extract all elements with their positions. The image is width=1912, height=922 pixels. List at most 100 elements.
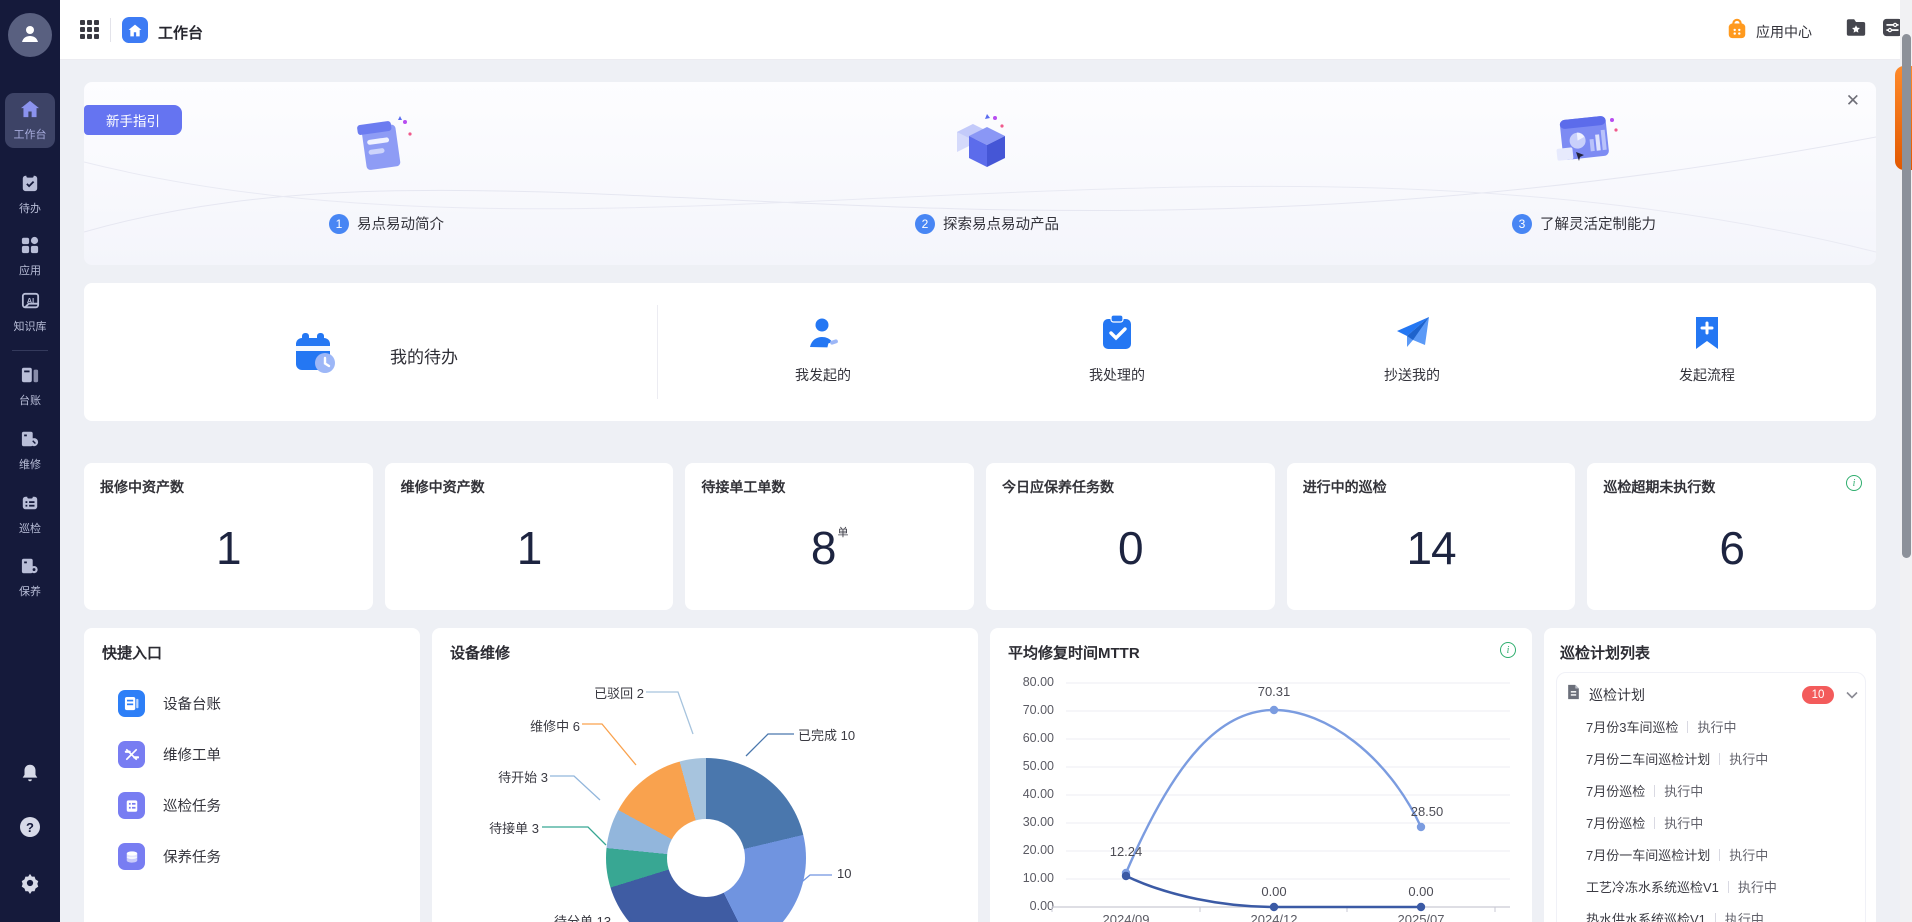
count-badge: 10 xyxy=(1802,686,1834,704)
sidebar-item-label: 巡检 xyxy=(19,520,41,536)
pie-label-repairing: 维修中 6 xyxy=(530,716,580,735)
product-illustration xyxy=(939,106,1011,183)
user-avatar[interactable] xyxy=(8,13,52,57)
chevron-down-icon[interactable] xyxy=(1846,686,1858,704)
step-number: 3 xyxy=(1512,214,1532,234)
home-icon xyxy=(20,100,40,123)
ledger-icon xyxy=(118,690,145,717)
guide-step-2[interactable]: 2 探索易点易动产品 xyxy=(915,213,1059,234)
bookmark-plus-icon xyxy=(1692,305,1722,351)
mttr-line-chart xyxy=(990,628,1532,922)
divider xyxy=(1654,785,1655,797)
topbar-divider xyxy=(110,18,111,42)
sidebar-item-workbench[interactable]: 工作台 xyxy=(5,93,55,148)
stat-value: 1 xyxy=(84,521,373,575)
svg-text:AI: AI xyxy=(26,296,33,305)
step-label: 易点易动简介 xyxy=(357,213,444,234)
cabinet-icon xyxy=(21,366,39,389)
guide-step-1[interactable]: 1 易点易动简介 xyxy=(329,213,444,234)
sidebar-item-apps[interactable]: 应用 xyxy=(0,236,60,278)
repair-order-icon xyxy=(118,741,145,768)
sidebar-divider xyxy=(12,350,48,351)
divider xyxy=(1719,849,1720,861)
pie-label-completed: 已完成 10 xyxy=(798,725,855,744)
quick-entry-inspection-task[interactable]: 巡检任务 xyxy=(118,792,221,819)
plan-item[interactable]: 7月份二车间巡检计划执行中 xyxy=(1586,749,1768,768)
main-content: 新手指引 ✕ 1 易点易动简介 2 探索易点易动产品 3 了解灵活定制能力 xyxy=(60,60,1912,922)
help-button[interactable]: ? xyxy=(0,815,60,844)
sidebar-item-todo[interactable]: 待办 xyxy=(0,174,60,216)
start-process-button[interactable]: 发起流程 xyxy=(1647,305,1767,385)
cc-to-me-button[interactable]: 抄送我的 xyxy=(1352,305,1472,385)
maintenance-icon xyxy=(21,557,39,580)
inspection-plan-panel: 巡检计划列表 巡检计划 10 7月份3车间巡检执行中 7月份二车间巡检 xyxy=(1544,628,1876,922)
plan-item[interactable]: 7月份巡检执行中 xyxy=(1586,813,1703,832)
my-todo-card: 我的待办 我发起的 我处理的 抄送我的 xyxy=(84,283,1876,421)
step-label: 了解灵活定制能力 xyxy=(1540,213,1656,234)
stat-title: 今日应保养任务数 xyxy=(1002,477,1259,497)
guide-step-3[interactable]: 3 了解灵活定制能力 xyxy=(1512,213,1656,234)
settings-button[interactable] xyxy=(0,872,60,899)
sidebar-item-inspection[interactable]: 巡检 xyxy=(0,494,60,536)
sidebar-item-label: 台账 xyxy=(19,392,41,408)
point-label: 0.00 xyxy=(1239,884,1309,899)
plan-item[interactable]: 7月份巡检执行中 xyxy=(1586,781,1703,800)
step-number: 2 xyxy=(915,214,935,234)
newbie-guide-badge: 新手指引 xyxy=(84,105,182,135)
stat-card-pending-orders: 待接单工单数 8单 xyxy=(685,463,974,610)
donut-hole xyxy=(667,819,745,897)
divider xyxy=(1687,721,1688,733)
stat-unit: 单 xyxy=(837,527,848,539)
bell-icon xyxy=(19,762,41,789)
quick-entry-repair-order[interactable]: 维修工单 xyxy=(118,741,221,768)
plan-name: 7月份巡检 xyxy=(1586,781,1645,800)
status-badge: 执行中 xyxy=(1729,749,1768,768)
clipboard-check-icon xyxy=(1101,305,1133,351)
topbar: 工作台 应用中心 xyxy=(60,0,1912,60)
sidebar-item-label: 保养 xyxy=(19,583,41,599)
divider xyxy=(1654,817,1655,829)
info-icon[interactable]: i xyxy=(1846,475,1862,491)
scrollbar-thumb[interactable] xyxy=(1902,34,1911,558)
plan-item[interactable]: 7月份3车间巡检执行中 xyxy=(1586,717,1736,736)
x-tick: 2025/07 xyxy=(1381,912,1461,922)
sidebar-item-ledger[interactable]: 台账 xyxy=(0,366,60,408)
plan-name: 7月份3车间巡检 xyxy=(1586,717,1678,736)
favorites-folder-button[interactable] xyxy=(1844,19,1868,41)
my-initiated-button[interactable]: 我发起的 xyxy=(763,305,883,385)
app-center-button[interactable]: 应用中心 xyxy=(1726,18,1812,45)
x-tick: 2024/12 xyxy=(1234,912,1314,922)
stat-value: 1 xyxy=(385,521,674,575)
app-launcher-icon[interactable] xyxy=(80,20,100,40)
panel-title: 快捷入口 xyxy=(102,642,162,663)
close-icon[interactable]: ✕ xyxy=(1846,92,1860,109)
step-number: 1 xyxy=(329,214,349,234)
quick-entry-ledger[interactable]: 设备台账 xyxy=(118,690,221,717)
gear-icon xyxy=(19,872,41,899)
todo-divider xyxy=(657,305,658,399)
my-processed-button[interactable]: 我处理的 xyxy=(1057,305,1177,385)
pie-label-to-start: 待开始 3 xyxy=(498,767,548,786)
sidebar-item-label: 待办 xyxy=(19,200,41,216)
document-icon xyxy=(1566,684,1581,705)
plan-group-header[interactable]: 巡检计划 10 xyxy=(1566,684,1858,705)
chart-title: 设备维修 xyxy=(450,642,510,663)
plan-item[interactable]: 热水供水系统巡检V1执行中 xyxy=(1586,909,1764,922)
action-label: 我发起的 xyxy=(795,365,851,385)
plan-item[interactable]: 7月份一车间巡检计划执行中 xyxy=(1586,845,1768,864)
quick-entry-label: 设备台账 xyxy=(163,693,221,714)
apps-icon xyxy=(21,236,39,259)
todo-title: 我的待办 xyxy=(390,343,458,368)
sidebar-item-maintenance[interactable]: 保养 xyxy=(0,557,60,599)
sidebar-item-label: 知识库 xyxy=(14,318,47,334)
action-label: 抄送我的 xyxy=(1384,365,1440,385)
sidebar-item-knowledge[interactable]: AI 知识库 xyxy=(0,292,60,334)
plan-name: 工艺冷冻水系统巡检V1 xyxy=(1586,877,1719,896)
panel-title: 巡检计划列表 xyxy=(1560,642,1650,663)
plan-item[interactable]: 工艺冷冻水系统巡检V1执行中 xyxy=(1586,877,1777,896)
quick-entry-label: 维修工单 xyxy=(163,744,221,765)
notifications-button[interactable] xyxy=(0,762,60,789)
svg-text:?: ? xyxy=(26,820,34,835)
quick-entry-maintenance-task[interactable]: 保养任务 xyxy=(118,843,221,870)
sidebar-item-repair[interactable]: 维修 xyxy=(0,430,60,472)
